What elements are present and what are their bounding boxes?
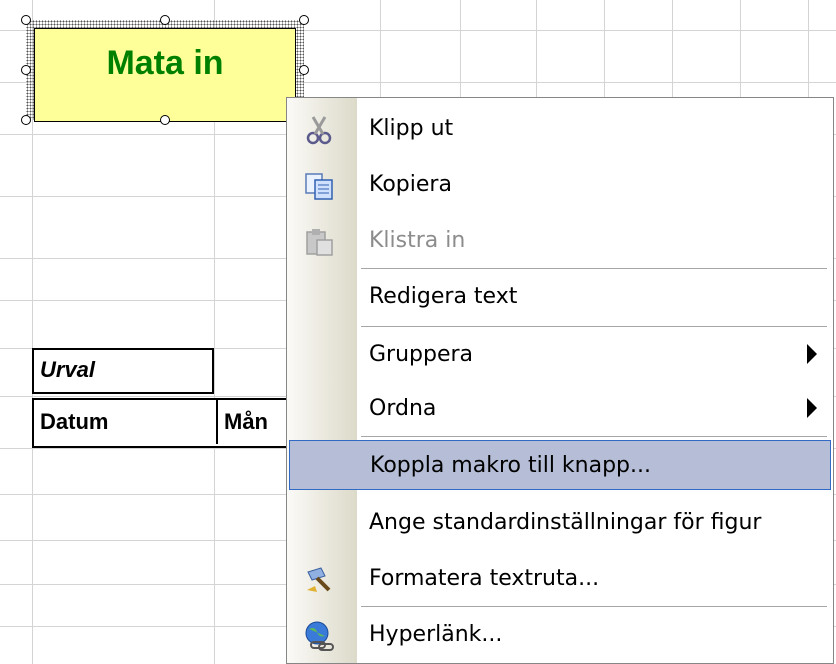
menu-item-formatera-textruta[interactable]: Formatera textruta... [289,554,831,604]
macro-button-selection[interactable]: Mata in [20,14,310,126]
resize-handle-right[interactable] [299,65,309,75]
resize-handle-top-right[interactable] [299,15,309,25]
menu-item-label: Gruppera [369,342,474,367]
macro-button[interactable]: Mata in [34,28,296,122]
month-header-cell[interactable]: Mån [216,400,268,444]
datum-header-cell[interactable]: Datum [40,400,108,444]
menu-item-label: Hyperlänk... [369,622,503,647]
menu-item-label: Koppla makro till knapp... [370,453,652,478]
menu-item-label: Formatera textruta... [369,566,600,591]
resize-handle-left[interactable] [21,65,31,75]
copy-icon [303,170,335,202]
menu-item-hyperlank[interactable]: Hyperlänk... [289,610,831,660]
menu-separator [361,606,827,607]
resize-handle-bottom[interactable] [160,115,170,125]
scissors-icon [303,114,335,146]
paste-icon [303,226,335,258]
menu-item-label: Ange standardinställningar för figur [369,510,762,535]
menu-item-kopiera[interactable]: Kopiera [289,160,831,210]
context-menu: Klipp ut Kopiera Klistra in Redigera tex… [286,97,834,664]
hyperlink-globe-icon [303,620,335,652]
submenu-arrow-icon [807,398,817,418]
resize-handle-top[interactable] [160,15,170,25]
menu-item-label: Ordna [369,396,437,421]
resize-handle-top-left[interactable] [21,15,31,25]
menu-item-label: Klistra in [369,228,466,253]
menu-item-gruppera[interactable]: Gruppera [289,330,831,380]
menu-item-standardinstallningar[interactable]: Ange standardinställningar för figur [289,498,831,548]
submenu-arrow-icon [807,344,817,364]
resize-handle-bottom-left[interactable] [21,115,31,125]
menu-item-label: Klipp ut [369,116,454,141]
menu-item-klipp-ut[interactable]: Klipp ut [289,104,831,154]
menu-item-koppla-makro[interactable]: Koppla makro till knapp... [289,440,831,490]
menu-separator [361,268,827,269]
menu-separator [361,436,827,437]
menu-item-label: Redigera text [369,284,518,309]
urval-cell[interactable]: Urval [32,348,214,394]
menu-item-ordna[interactable]: Ordna [289,384,831,434]
header-row[interactable]: Datum Mån [32,398,312,448]
menu-item-label: Kopiera [369,172,452,197]
menu-separator [361,326,827,327]
menu-item-klistra-in[interactable]: Klistra in [289,216,831,266]
format-paint-icon [303,564,335,596]
menu-item-redigera-text[interactable]: Redigera text [289,272,831,322]
